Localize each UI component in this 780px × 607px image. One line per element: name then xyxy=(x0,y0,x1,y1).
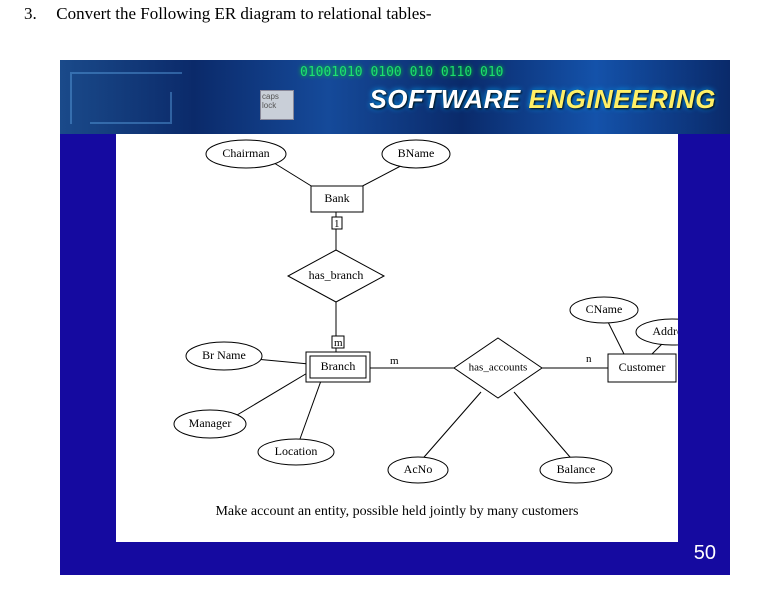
attr-acno: AcNo xyxy=(404,462,433,476)
attr-location: Location xyxy=(275,444,318,458)
er-diagram: Chairman BName Br Name Manager Location … xyxy=(116,134,678,542)
slide-banner: caps lock 01001010 0100 010 0110 010 SOF… xyxy=(60,60,730,134)
attr-bname: BName xyxy=(398,146,435,160)
diagram-caption: Make account an entity, possible held jo… xyxy=(116,504,678,520)
attr-address: Address xyxy=(652,324,678,338)
attr-manager: Manager xyxy=(189,416,232,430)
entity-customer: Customer xyxy=(619,360,666,374)
question-number: 3. xyxy=(24,4,52,24)
question-prompt: 3. Convert the Following ER diagram to r… xyxy=(24,4,432,24)
diagram-canvas: Chairman BName Br Name Manager Location … xyxy=(116,134,678,542)
attr-chairman: Chairman xyxy=(222,146,269,160)
entity-branch: Branch xyxy=(321,359,356,373)
question-text: Convert the Following ER diagram to rela… xyxy=(56,4,431,23)
banner-title-post: ENGINEERING xyxy=(528,84,716,114)
caps-lock-key: caps lock xyxy=(260,90,294,120)
attr-balance: Balance xyxy=(557,462,596,476)
attr-cname: CName xyxy=(586,302,623,316)
banner-title-pre: SOFTWARE xyxy=(369,84,528,114)
card-m2: m xyxy=(390,355,399,367)
page-number: 50 xyxy=(694,542,716,565)
rel-has-accounts: has_accounts xyxy=(469,362,528,374)
slide-frame: caps lock 01001010 0100 010 0110 010 SOF… xyxy=(60,60,730,575)
card-one: 1 xyxy=(334,218,340,230)
entity-bank: Bank xyxy=(324,191,349,205)
card-n: n xyxy=(586,353,592,365)
binary-decor: 01001010 0100 010 0110 010 xyxy=(300,66,504,79)
banner-title: SOFTWARE ENGINEERING xyxy=(369,84,716,115)
card-m1: m xyxy=(334,337,343,349)
attr-brname: Br Name xyxy=(202,348,246,362)
rel-has-branch: has_branch xyxy=(309,268,364,282)
